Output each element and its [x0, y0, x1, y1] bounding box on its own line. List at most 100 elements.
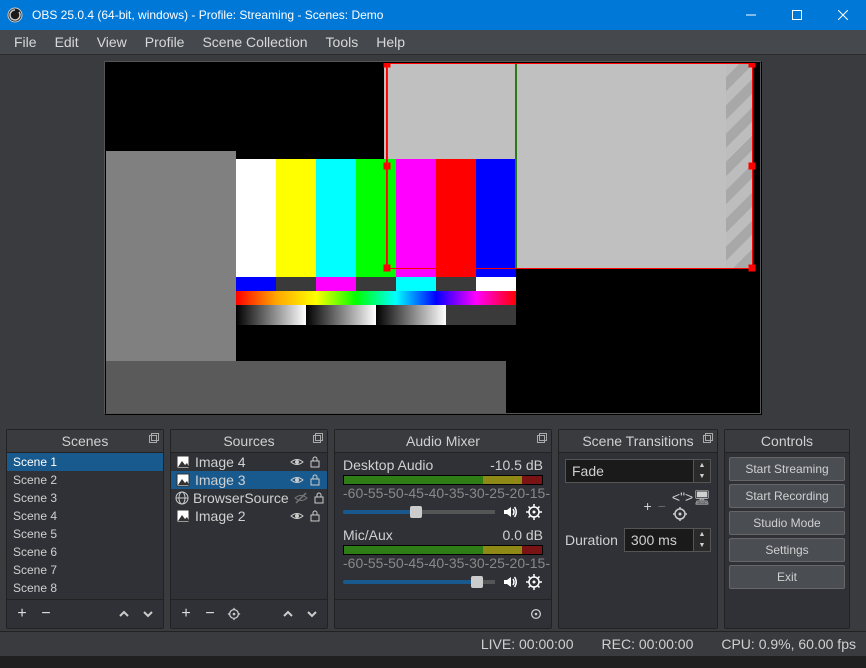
status-bar: LIVE: 00:00:00 REC: 00:00:00 CPU: 0.9%, …	[0, 631, 866, 656]
source-up-button[interactable]	[277, 604, 299, 624]
scene-up-button[interactable]	[113, 604, 135, 624]
track-level: -10.5 dB	[490, 457, 543, 473]
remove-source-button[interactable]: −	[199, 604, 221, 624]
transition-spinner[interactable]: ▲▼	[694, 459, 711, 483]
remove-scene-button[interactable]: −	[35, 604, 57, 624]
image-icon	[175, 508, 191, 524]
settings-button[interactable]: Settings	[729, 538, 845, 562]
volume-slider[interactable]	[343, 580, 495, 584]
preview-layer	[106, 361, 506, 415]
source-row[interactable]: Image 4	[171, 453, 327, 471]
preview-area	[0, 55, 866, 425]
audio-meter	[343, 545, 543, 555]
track-settings-icon[interactable]	[525, 573, 543, 591]
scene-row[interactable]: Scene 8	[7, 579, 163, 597]
popout-icon[interactable]	[313, 433, 323, 443]
lock-toggle-icon[interactable]	[311, 490, 327, 506]
sources-list[interactable]: Image 4Image 3BrowserSourceImage 2	[171, 453, 327, 599]
visibility-toggle-icon[interactable]	[289, 472, 305, 488]
volume-slider[interactable]	[343, 510, 495, 514]
scene-row[interactable]: Scene 1	[7, 453, 163, 471]
lock-toggle-icon[interactable]	[307, 508, 323, 524]
status-cpu: CPU: 0.9%, 60.00 fps	[721, 636, 856, 652]
scene-row[interactable]: Scene 2	[7, 471, 163, 489]
track-settings-icon[interactable]	[525, 503, 543, 521]
scene-down-button[interactable]	[137, 604, 159, 624]
add-source-button[interactable]: +	[175, 604, 197, 624]
sources-header: Sources	[171, 430, 327, 453]
remove-transition-button[interactable]: −	[658, 498, 666, 514]
preview-canvas[interactable]	[104, 61, 762, 415]
preview-layer	[236, 305, 516, 325]
menu-profile[interactable]: Profile	[137, 31, 193, 53]
speaker-icon[interactable]	[501, 573, 519, 591]
visibility-toggle-icon[interactable]	[293, 490, 309, 506]
controls-panel: Controls Start Streaming Start Recording…	[724, 429, 850, 629]
mixer-toolbar	[335, 599, 551, 628]
add-scene-button[interactable]: +	[11, 604, 33, 624]
scene-row[interactable]: Scene 6	[7, 543, 163, 561]
globe-icon	[175, 490, 189, 506]
maximize-button[interactable]	[774, 0, 820, 30]
sources-title: Sources	[223, 433, 274, 449]
image-icon	[175, 472, 191, 488]
menu-scene-collection[interactable]: Scene Collection	[194, 31, 315, 53]
menu-help[interactable]: Help	[368, 31, 413, 53]
source-properties-button[interactable]	[223, 604, 245, 624]
selection-rect[interactable]	[386, 63, 753, 269]
mixer-settings-button[interactable]	[525, 604, 547, 624]
add-transition-button[interactable]: +	[644, 498, 652, 514]
menu-tools[interactable]: Tools	[318, 31, 367, 53]
duration-input[interactable]: 300 ms	[624, 528, 694, 552]
studio-mode-button[interactable]: Studio Mode	[729, 511, 845, 535]
menu-file[interactable]: File	[6, 31, 45, 53]
close-button[interactable]	[820, 0, 866, 30]
source-row[interactable]: BrowserSource	[171, 489, 327, 507]
meter-ticks: -60-55-50-45-40-35-30-25-20-15-10-50	[343, 485, 543, 501]
app-logo	[0, 7, 30, 23]
scene-row[interactable]: Scene 7	[7, 561, 163, 579]
audio-track: Desktop Audio -10.5 dB -60-55-50-45-40-35-…	[335, 453, 551, 523]
scenes-toolbar: + −	[7, 599, 163, 628]
mixer-title: Audio Mixer	[406, 433, 480, 449]
visibility-toggle-icon[interactable]	[289, 508, 305, 524]
track-name: Desktop Audio	[343, 457, 433, 473]
minimize-button[interactable]	[728, 0, 774, 30]
scene-row[interactable]: Scene 5	[7, 525, 163, 543]
scenes-panel: Scenes Scene 1Scene 2Scene 3Scene 4Scene…	[6, 429, 164, 629]
duration-spinner[interactable]: ▲▼	[694, 528, 711, 552]
transition-properties-button[interactable]: <">🖥 *{font:14px Arial}	[672, 489, 711, 522]
source-down-button[interactable]	[301, 604, 323, 624]
audio-track: Mic/Aux0.0 dB-60-55-50-45-40-35-30-25-20…	[335, 523, 551, 593]
speaker-icon[interactable]	[501, 503, 519, 521]
popout-icon[interactable]	[149, 433, 159, 443]
scenes-title: Scenes	[62, 433, 109, 449]
source-name: BrowserSource	[193, 490, 289, 506]
visibility-toggle-icon[interactable]	[289, 454, 305, 470]
menu-edit[interactable]: Edit	[47, 31, 87, 53]
exit-button[interactable]: Exit	[729, 565, 845, 589]
sources-toolbar: + −	[171, 599, 327, 628]
source-row[interactable]: Image 3	[171, 471, 327, 489]
preview-layer	[236, 277, 516, 291]
popout-icon[interactable]	[703, 433, 713, 443]
meter-ticks: -60-55-50-45-40-35-30-25-20-15-10-50	[343, 555, 543, 571]
audio-mixer-panel: Audio Mixer Desktop Audio -10.5 dB -60-55-…	[334, 429, 552, 629]
scene-row[interactable]: Scene 3	[7, 489, 163, 507]
transition-select[interactable]: Fade	[565, 459, 694, 483]
menu-view[interactable]: View	[89, 31, 135, 53]
menu-bar: File Edit View Profile Scene Collection …	[0, 30, 866, 55]
start-streaming-button[interactable]: Start Streaming	[729, 457, 845, 481]
source-row[interactable]: Image 2	[171, 507, 327, 525]
audio-meter	[343, 475, 543, 485]
status-live: LIVE: 00:00:00	[481, 636, 574, 652]
duration-label: Duration	[565, 532, 618, 548]
lock-toggle-icon[interactable]	[307, 472, 323, 488]
popout-icon[interactable]	[537, 433, 547, 443]
lock-toggle-icon[interactable]	[307, 454, 323, 470]
start-recording-button[interactable]: Start Recording	[729, 484, 845, 508]
scene-row[interactable]: Scene 4	[7, 507, 163, 525]
transition-selected-value: Fade	[572, 463, 604, 479]
panels-row: Scenes Scene 1Scene 2Scene 3Scene 4Scene…	[0, 425, 866, 631]
scenes-list[interactable]: Scene 1Scene 2Scene 3Scene 4Scene 5Scene…	[7, 453, 163, 599]
